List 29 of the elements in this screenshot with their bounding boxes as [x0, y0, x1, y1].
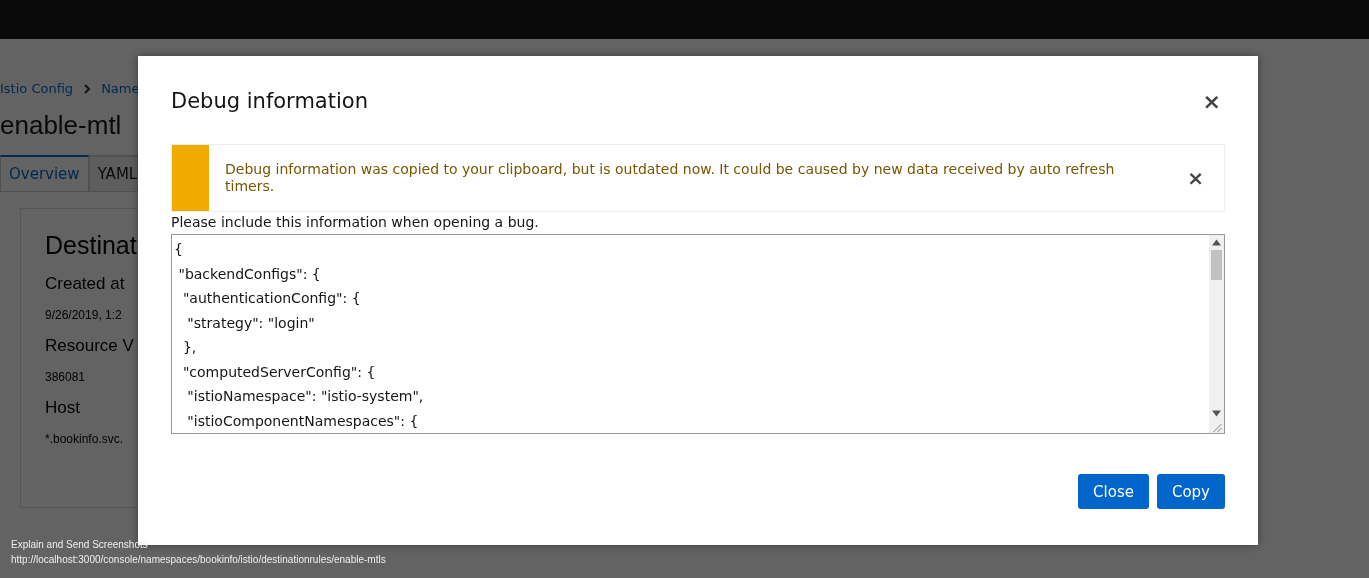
code-line: "computedServerConfig": {: [181, 362, 377, 382]
scrollbar[interactable]: [1209, 235, 1224, 433]
dialog-button[interactable]: Copy: [1156, 474, 1225, 509]
status-text: http://localhost:3000/console/namespaces/bookinfo/istio/destinationrules/enable-mtls: [11, 553, 386, 567]
code-line: "authenticationConfig": {: [181, 289, 362, 308]
alert-message: Debug information was copied to your clipboard, but is outdated now. It could be caused by new data received by auto refresh timers.: [224, 161, 1116, 195]
dialog-title: Debug information: [171, 89, 368, 113]
code-line: "istioComponentNamespaces": {: [186, 411, 420, 431]
field-value: 9/26/2019, 1:2: [45, 308, 122, 322]
code-line: "istioNamespace": "istio-system",: [186, 387, 425, 406]
field-value: *.bookinfo.svc.: [45, 432, 124, 446]
card-heading: Destinat: [45, 231, 137, 260]
code-line: "backendConfigs": {: [177, 264, 322, 284]
alert-bar: [172, 145, 209, 211]
debug-text-area[interactable]: { "backendConfigs": { "authenticationConfig": { "strategy": "login" }, "computedServerConfig": { "istioNamespace": "istio-system", "istioComponentNamespaces": {: [171, 234, 1225, 434]
close-button[interactable]: ×: [1183, 166, 1208, 190]
field-label: Created at: [45, 274, 125, 294]
field-label: Host: [45, 398, 80, 418]
page-title: enable-mtl: [0, 109, 122, 141]
field-value: 386081: [45, 370, 86, 384]
code-line: "strategy": "login": [186, 313, 316, 333]
chevron-icon: [83, 83, 92, 94]
code-line: {: [174, 240, 184, 259]
code-line: },: [181, 338, 198, 357]
instruction-text: Please include this information when opening a bug.: [171, 214, 540, 230]
field-label: Resource V: [45, 336, 134, 356]
scroll-thumb[interactable]: [1211, 250, 1222, 280]
dialog-button[interactable]: Close: [1078, 474, 1149, 509]
close-button[interactable]: ×: [1198, 88, 1225, 114]
